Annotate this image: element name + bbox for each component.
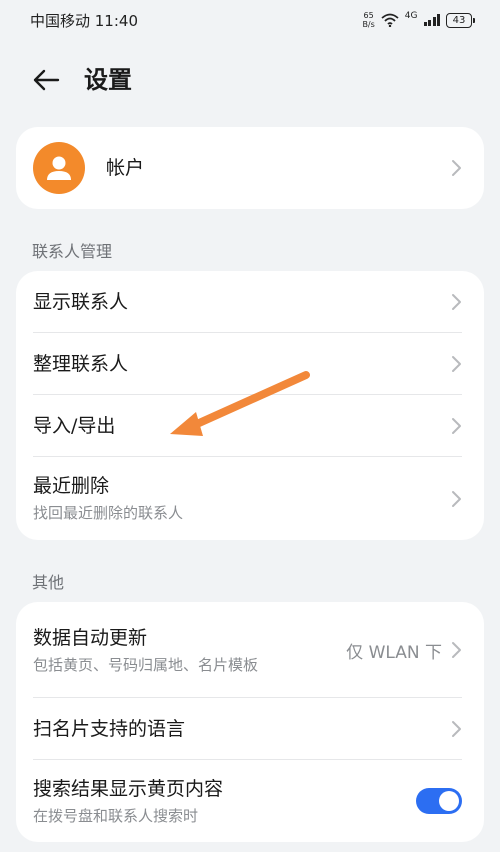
status-bar: 中国移动 11:40 65 B/s 4G 43 — [0, 0, 500, 40]
battery-level: 43 — [452, 14, 466, 26]
chevron-right-icon — [452, 721, 461, 737]
avatar — [33, 142, 85, 194]
carrier-time: 中国移动 11:40 — [30, 11, 138, 30]
list-item-card-scan-languages[interactable]: 扫名片支持的语言 — [16, 698, 484, 760]
chevron-right-icon — [452, 160, 461, 176]
list-item-show-yellow-pages: 搜索结果显示黄页内容 在拨号盘和联系人搜索时 — [16, 760, 484, 842]
list-item-import-export[interactable]: 导入/导出 — [16, 395, 484, 457]
list-item-label: 最近删除 — [33, 475, 110, 497]
chevron-right-icon — [452, 642, 461, 658]
yellow-pages-toggle[interactable] — [416, 788, 462, 814]
list-item-organize-contacts[interactable]: 整理联系人 — [16, 333, 484, 395]
status-icons: 65 B/s 4G 43 — [362, 11, 475, 29]
contacts-card: 显示联系人 整理联系人 导入/导出 最近删除 找回最近删除的联系人 — [16, 271, 484, 540]
list-item-show-contacts[interactable]: 显示联系人 — [16, 271, 484, 333]
section-header-contacts: 联系人管理 — [32, 242, 113, 261]
back-button[interactable] — [30, 65, 62, 95]
network-type: 4G — [404, 11, 418, 21]
list-item-label: 数据自动更新 — [33, 626, 148, 649]
other-card: 数据自动更新 包括黄页、号码归属地、名片模板 仅 WLAN 下 扫名片支持的语言… — [16, 602, 484, 842]
account-label: 帐户 — [106, 157, 145, 179]
network-speed: 65 B/s — [362, 11, 375, 29]
chevron-right-icon — [452, 490, 461, 507]
battery-icon: 43 — [446, 12, 475, 28]
list-item-recently-deleted[interactable]: 最近删除 找回最近删除的联系人 — [16, 457, 484, 540]
account-row[interactable]: 帐户 — [16, 127, 484, 209]
list-item-label: 搜索结果显示黄页内容 — [33, 777, 224, 800]
account-card: 帐户 — [16, 127, 484, 209]
page-title: 设置 — [84, 66, 132, 94]
title-bar: 设置 — [0, 55, 500, 105]
list-item-subtitle: 包括黄页、号码归属地、名片模板 — [33, 655, 259, 674]
section-header-other: 其他 — [32, 573, 65, 592]
wifi-icon — [381, 13, 399, 27]
list-item-subtitle: 在拨号盘和联系人搜索时 — [33, 806, 199, 825]
list-item-value: 仅 WLAN 下 — [346, 642, 442, 663]
list-item-label: 导入/导出 — [33, 415, 116, 437]
back-arrow-icon — [33, 69, 60, 91]
signal-icon — [423, 14, 440, 26]
chevron-right-icon — [452, 356, 461, 372]
list-item-subtitle: 找回最近删除的联系人 — [33, 504, 184, 522]
list-item-label: 显示联系人 — [33, 291, 129, 313]
list-item-auto-update-data[interactable]: 数据自动更新 包括黄页、号码归属地、名片模板 仅 WLAN 下 — [16, 602, 484, 698]
chevron-right-icon — [452, 418, 461, 434]
person-icon — [47, 156, 71, 180]
list-item-label: 扫名片支持的语言 — [33, 718, 186, 740]
chevron-right-icon — [452, 294, 461, 310]
list-item-label: 整理联系人 — [33, 353, 129, 375]
